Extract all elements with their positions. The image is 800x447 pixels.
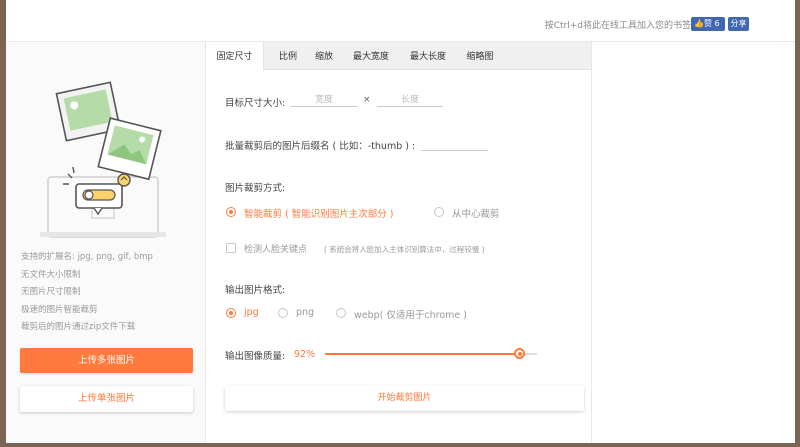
quality-label: 输出图像质量: (225, 351, 286, 362)
format-webp-label[interactable]: webp( 仅适用于chrome ) (354, 307, 467, 321)
upload-panel: 支持的扩展名: jpg, png, gif, bmp 无文件大小限制 无图片尺寸… (6, 42, 206, 443)
tab-max-height[interactable]: 最大长度 (405, 42, 451, 70)
suffix-input[interactable] (421, 138, 488, 151)
format-jpg-radio[interactable] (226, 308, 236, 318)
top-bar: 按Ctrl+d将此在线工具加入您的书签 👍赞 6 分享 (6, 0, 795, 42)
tab-thumbnail[interactable]: 缩略图 (462, 42, 498, 70)
quality-slider-handle[interactable] (514, 348, 526, 359)
upload-multiple-button[interactable]: 上传多张图片 (20, 348, 193, 373)
app-window: 按Ctrl+d将此在线工具加入您的书签 👍赞 6 分享 支持的扩展名: jpg,… (6, 0, 795, 443)
tab-fixed-size[interactable]: 固定尺寸 (206, 42, 264, 71)
image-upload-illustration-icon (40, 81, 166, 238)
feature-item: 裁剪后的图片通过zip文件下载 (21, 322, 136, 332)
facebook-share-button[interactable]: 分享 (728, 17, 749, 31)
format-png-label[interactable]: png (296, 307, 314, 318)
tab-ratio[interactable]: 比例 (274, 42, 302, 70)
upload-single-button[interactable]: 上传单张图片 (20, 386, 193, 412)
feature-item: 支持的扩展名: jpg, png, gif, bmp (21, 252, 153, 262)
crop-smart-label[interactable]: 智能裁剪 ( 智能识别图片主次部分 ) (244, 206, 393, 220)
crop-mode-label: 图片裁剪方式: (225, 183, 286, 194)
face-detect-note: ( 系统会将人脸加入主体识别算法中，过程较慢 ) (324, 245, 485, 254)
crop-smart-radio[interactable] (226, 207, 236, 217)
face-detect-label[interactable]: 检测人脸关键点 (244, 242, 307, 255)
facebook-like-button[interactable]: 👍赞 6 (691, 17, 725, 31)
mode-tabs: 固定尺寸 比例 缩放 最大宽度 最大长度 缩略图 (206, 42, 591, 71)
quality-slider-fill (325, 353, 521, 355)
quality-value: 92% (294, 349, 316, 360)
width-input[interactable]: 宽度 (291, 94, 357, 107)
bookmark-tip: 按Ctrl+d将此在线工具加入您的书签 (544, 21, 691, 31)
crop-center-label[interactable]: 从中心裁剪 (452, 206, 500, 220)
format-webp-radio[interactable] (336, 308, 346, 318)
suffix-label: 批量裁剪后的图片后缀名 ( 比如：-thumb ) : (225, 141, 416, 152)
tab-scale[interactable]: 缩放 (310, 42, 338, 70)
format-png-radio[interactable] (278, 308, 288, 318)
feature-item: 无文件大小限制 (21, 269, 81, 280)
thumbs-up-icon: 👍 (694, 19, 704, 28)
times-symbol: × (363, 95, 371, 105)
height-input[interactable]: 长度 (377, 94, 443, 107)
crop-settings-panel: 固定尺寸 比例 缩放 最大宽度 最大长度 缩略图 目标尺寸大小: 宽度 × 长度… (206, 42, 591, 443)
quality-slider[interactable] (325, 348, 537, 359)
feature-item: 无图片尺寸限制 (21, 287, 81, 297)
feature-list: 支持的扩展名: jpg, png, gif, bmp 无文件大小限制 无图片尺寸… (21, 249, 153, 337)
format-jpg-label[interactable]: jpg (244, 307, 259, 318)
right-sidebar (591, 42, 795, 443)
feature-item: 极速的图片智能裁剪 (21, 304, 98, 315)
start-crop-button[interactable]: 开始裁剪图片 (225, 386, 584, 411)
face-detect-checkbox[interactable] (226, 243, 236, 253)
target-size-label: 目标尺寸大小: (225, 98, 286, 109)
tab-max-width[interactable]: 最大宽度 (348, 42, 394, 70)
like-label: 赞 6 (703, 19, 720, 28)
format-label: 输出图片格式: (225, 285, 286, 296)
crop-center-radio[interactable] (434, 207, 444, 217)
